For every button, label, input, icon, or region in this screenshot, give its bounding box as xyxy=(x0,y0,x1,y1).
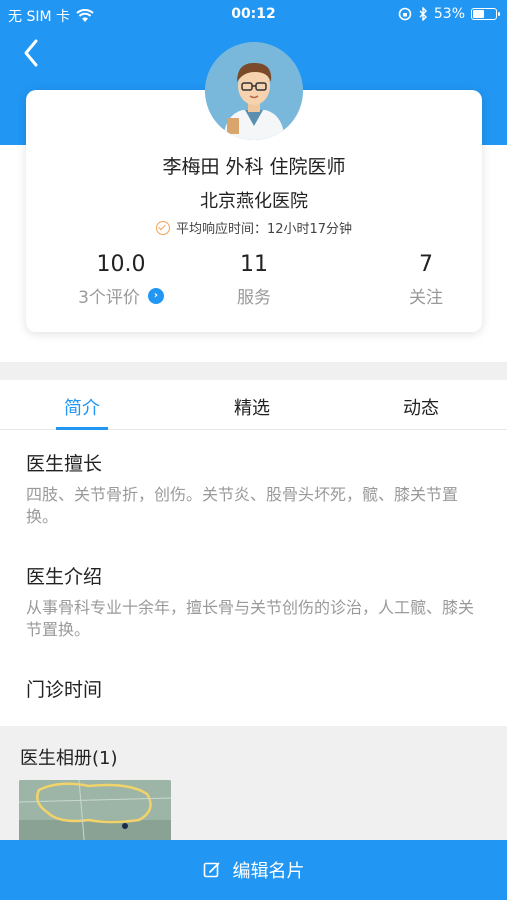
stat-reviews-label: 3个评价 xyxy=(78,288,140,308)
battery-icon xyxy=(471,8,500,20)
orientation-lock-icon xyxy=(398,7,412,21)
hospital-name: 北京燕化医院 xyxy=(200,191,308,212)
stat-services-value: 11 xyxy=(240,252,268,277)
tab-intro[interactable]: 简介 xyxy=(64,394,100,420)
status-right: 53% xyxy=(398,6,500,22)
section-divider xyxy=(0,362,507,380)
edit-icon xyxy=(203,862,219,878)
specialty-title: 医生擅长 xyxy=(26,453,103,475)
check-circle-icon xyxy=(155,220,170,235)
stat-followers-value: 7 xyxy=(419,252,433,277)
stat-followers-label: 关注 xyxy=(409,288,443,308)
tab-indicator xyxy=(56,427,108,430)
tab-updates[interactable]: 动态 xyxy=(403,394,439,420)
stats-row: 10.0 3个评价 › 11 服务 7 关注 xyxy=(26,252,482,312)
edit-card-button[interactable]: 编辑名片 xyxy=(0,840,507,900)
doctor-avatar-illustration xyxy=(205,42,303,140)
chevron-left-icon xyxy=(24,39,38,67)
bluetooth-icon xyxy=(419,7,427,21)
doctor-avatar xyxy=(205,42,303,140)
response-time: 平均响应时间：12小时17分钟 xyxy=(26,218,482,237)
tab-bar: 简介 精选 动态 xyxy=(0,380,507,430)
intro-text: 从事骨科专业十余年，擅长骨与关节创伤的诊治，人工髋、膝关节置换。 xyxy=(26,598,475,639)
stat-services: 11 服务 xyxy=(196,252,312,308)
response-time-label: 平均响应时间：12小时17分钟 xyxy=(175,222,353,237)
stat-reviews-value: 10.0 xyxy=(96,252,146,277)
battery-fill xyxy=(473,10,484,18)
doctor-name-title: 李梅田 外科 住院医师 xyxy=(162,156,346,178)
intro-title: 医生介绍 xyxy=(26,566,103,588)
clinic-hours-title: 门诊时间 xyxy=(26,679,103,701)
chevron-right-circle-icon[interactable]: › xyxy=(147,287,164,304)
edit-card-label: 编辑名片 xyxy=(232,861,305,882)
stat-reviews[interactable]: 10.0 3个评价 › xyxy=(56,252,186,308)
album-title: 医生相册(1) xyxy=(20,748,118,769)
tab-featured[interactable]: 精选 xyxy=(234,394,270,420)
status-bar: 无 SIM 卡 00:12 53% xyxy=(0,0,507,30)
battery-percent: 53% xyxy=(433,6,465,22)
stat-services-label: 服务 xyxy=(237,288,271,308)
specialty-text: 四肢、关节骨折，创伤。关节炎、股骨头坏死，髋、膝关节置换。 xyxy=(26,485,459,526)
back-button[interactable] xyxy=(18,36,48,70)
stat-followers: 7 关注 xyxy=(366,252,486,308)
